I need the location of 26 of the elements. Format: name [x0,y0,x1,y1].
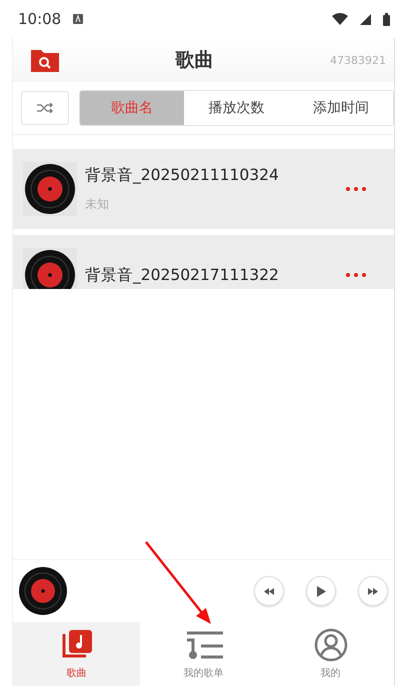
id-number: 47383921 [330,54,386,66]
notification-icon [73,14,84,24]
fast-forward-icon [368,588,378,594]
song-title: 背景音_20250217111322 [85,264,280,286]
wifi-icon [332,13,348,25]
status-time: 10:08 [18,10,62,28]
page-title: 歌曲 [174,48,214,73]
play-icon [316,586,326,596]
song-row[interactable]: 背景音_20250211110324 未知 [13,149,394,229]
rewind-icon [264,588,274,594]
signal-icon [360,14,371,24]
more-icon[interactable] [346,187,366,191]
song-row[interactable]: 背景音_20250217111322 [13,235,394,289]
nav-tab[interactable]: 歌曲 [13,622,140,686]
play-button[interactable] [306,576,336,606]
now-playing-disc-icon [19,567,67,615]
previous-button[interactable] [254,576,284,606]
next-button[interactable] [358,576,388,606]
battery-icon [383,12,390,26]
shuffle-icon [37,103,53,113]
profile-icon [314,628,348,662]
song-title: 背景音_20250211110324 [85,165,280,186]
song-artist: 未知 [85,196,110,213]
more-icon[interactable] [346,273,366,277]
folder-search-icon[interactable] [31,48,59,72]
shuffle-button[interactable] [21,91,69,125]
